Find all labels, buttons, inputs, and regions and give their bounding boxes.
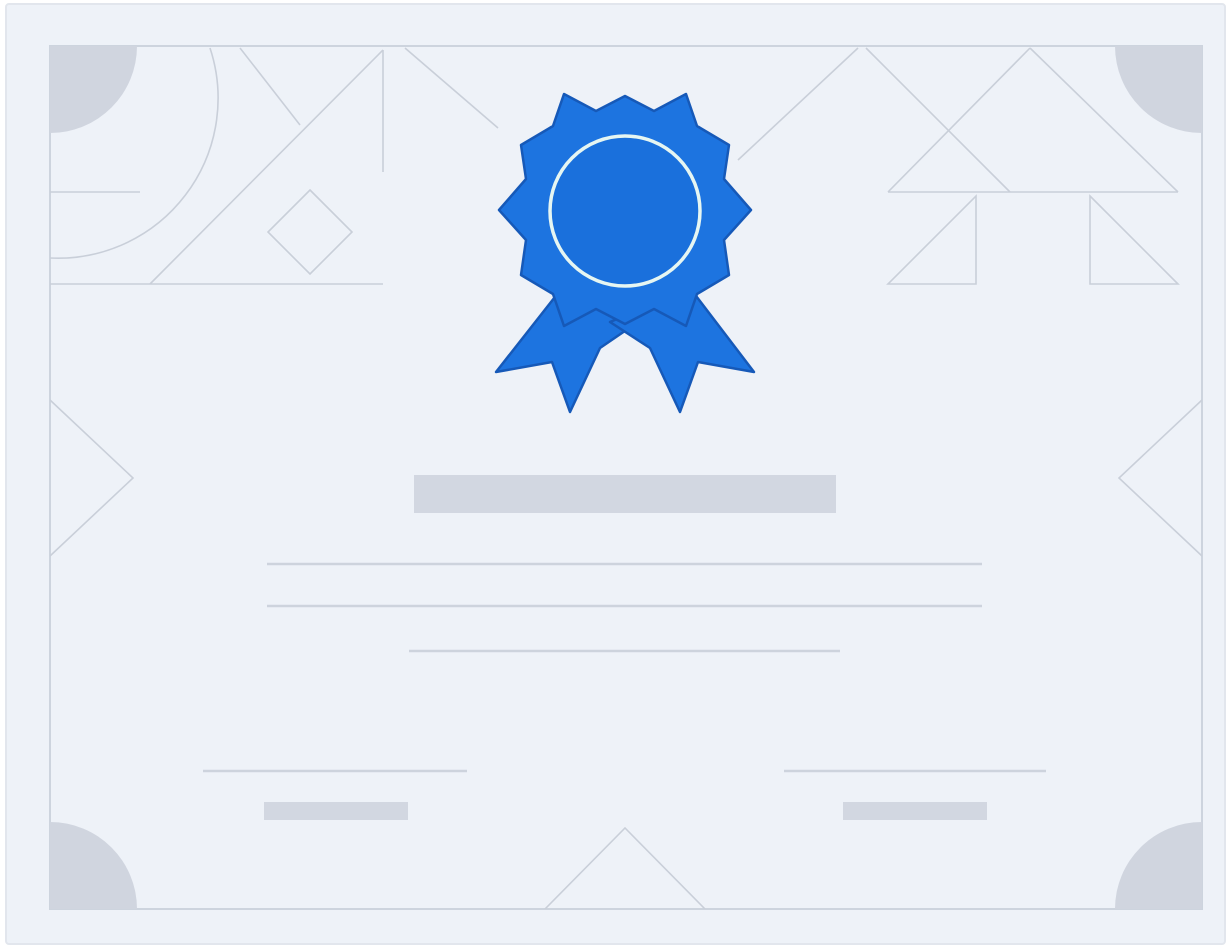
title-placeholder [414, 475, 836, 513]
signature-label-placeholder-right [843, 802, 987, 820]
medallion [548, 134, 702, 288]
signature-label-placeholder-left [264, 802, 408, 820]
certificate [0, 0, 1231, 948]
certificate-artwork [5, 3, 1226, 945]
